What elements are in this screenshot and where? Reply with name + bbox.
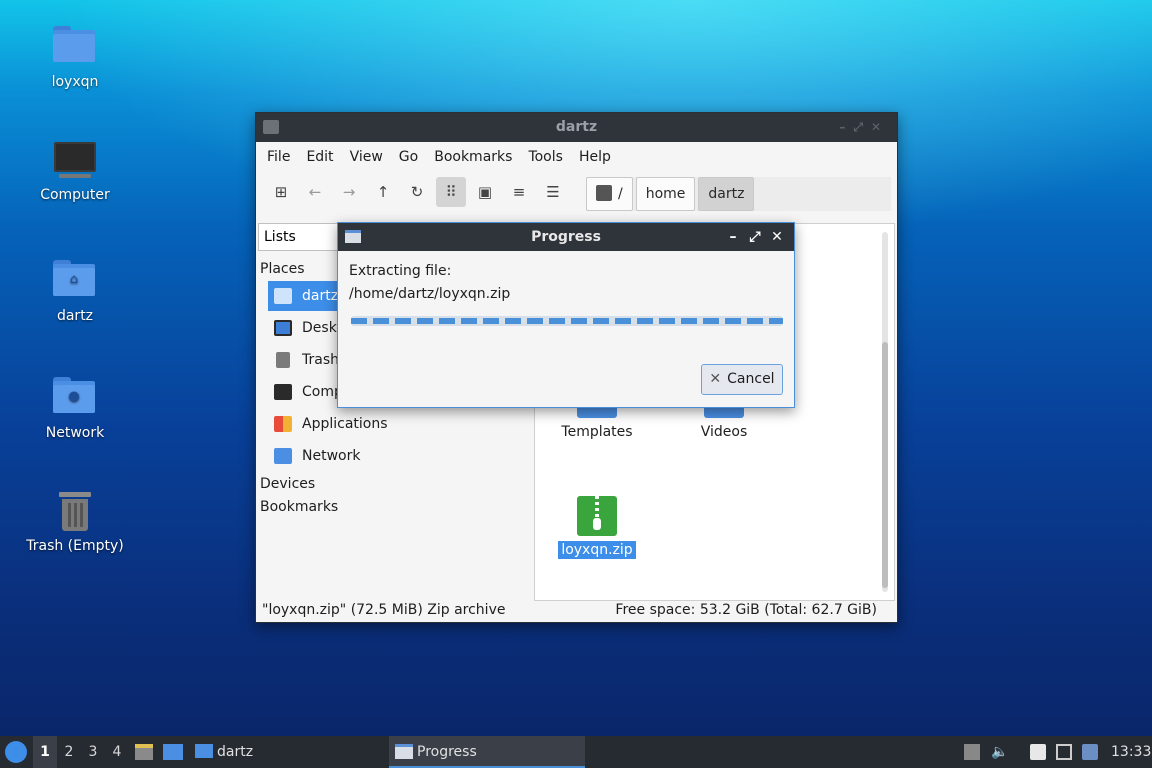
crumb-home[interactable]: home	[635, 177, 696, 211]
menu-view[interactable]: View	[342, 149, 391, 165]
dialog-title: Progress	[531, 229, 601, 245]
window-title: dartz	[555, 119, 598, 135]
vertical-scrollbar[interactable]	[882, 232, 888, 592]
workspace-3[interactable]: 3	[81, 736, 105, 768]
extract-label: Extracting file:	[349, 263, 452, 279]
trash-icon	[276, 352, 290, 368]
menu-file[interactable]: File	[259, 149, 298, 165]
menu-bookmarks[interactable]: Bookmarks	[426, 149, 520, 165]
cancel-icon: ✕	[709, 371, 722, 387]
task-progress-active[interactable]: Progress	[389, 736, 585, 768]
trash-icon	[53, 490, 97, 534]
menu-go[interactable]: Go	[391, 149, 426, 165]
home-folder-icon: ⌂	[53, 260, 95, 296]
thumbnail-view-icon[interactable]: ▣	[470, 177, 500, 207]
window-icon	[263, 120, 279, 134]
compact-view-icon[interactable]: ≡	[504, 177, 534, 207]
menu-help[interactable]: Help	[571, 149, 619, 165]
extract-file-path: /home/dartz/loyxqn.zip	[349, 286, 511, 302]
bookmarks-header[interactable]: Bookmarks	[260, 499, 338, 515]
home-icon	[274, 288, 292, 304]
desktop-icon-label: dartz	[56, 308, 94, 324]
status-bar: "loyxqn.zip" (72.5 MiB) Zip archive Free…	[256, 598, 897, 622]
file-item-loyxqn-zip[interactable]: loyxqn.zip	[547, 496, 647, 559]
desktop-icon-loyxqn[interactable]: loyxqn	[20, 22, 130, 90]
minimize-icon[interactable]: –	[839, 120, 853, 134]
file-manager-launcher-icon[interactable]	[135, 744, 153, 760]
desktop-icon-label: loyxqn	[51, 74, 99, 90]
drive-icon	[596, 185, 612, 201]
zip-archive-icon	[577, 496, 617, 536]
detailed-list-view-icon[interactable]: ☰	[538, 177, 568, 207]
sidebar-item-dartz[interactable]: dartz	[268, 281, 338, 311]
icon-view-icon[interactable]: ⠿	[436, 177, 466, 207]
dialog-titlebar[interactable]: Progress – ⤢ ✕	[338, 223, 794, 251]
menu-tools[interactable]: Tools	[520, 149, 571, 165]
scrollbar-thumb[interactable]	[882, 342, 888, 588]
desktop-icon-label: Network	[45, 425, 105, 441]
window-icon	[395, 744, 413, 759]
sidebar-item-network[interactable]: Network	[268, 441, 526, 471]
selected-file-label: loyxqn.zip	[558, 541, 636, 559]
notification-icon[interactable]	[1082, 744, 1098, 760]
menu-edit[interactable]: Edit	[298, 149, 341, 165]
network-status-icon[interactable]	[1056, 744, 1072, 760]
desktop-icon-network[interactable]: ● Network	[20, 373, 130, 441]
close-icon[interactable]: ✕	[766, 223, 788, 251]
show-desktop-icon[interactable]	[163, 744, 183, 760]
clipboard-icon[interactable]	[1030, 744, 1046, 760]
forward-icon[interactable]: →	[334, 177, 364, 207]
toolbar: ⊞ ← → ↑ ↻ ⠿ ▣ ≡ ☰ / home dartz	[256, 171, 897, 213]
network-icon	[274, 448, 292, 464]
devices-header[interactable]: Devices	[260, 476, 315, 492]
window-icon	[345, 230, 361, 243]
workspace-1[interactable]: 1	[33, 736, 57, 768]
sidebar-item-applications[interactable]: Applications	[268, 409, 526, 439]
crumb-root[interactable]: /	[586, 177, 633, 211]
side-pane-mode-select[interactable]: Lists	[258, 223, 340, 251]
applications-icon	[274, 416, 292, 432]
new-tab-icon[interactable]: ⊞	[266, 177, 296, 207]
menubar: File Edit View Go Bookmarks Tools Help	[256, 142, 897, 171]
clock[interactable]: 13:33	[1111, 736, 1151, 768]
up-icon[interactable]: ↑	[368, 177, 398, 207]
desktop-icon-label: Trash (Empty)	[26, 538, 124, 554]
back-icon[interactable]: ←	[300, 177, 330, 207]
taskbar: 1 2 3 4 dartz Progress 🔈 13:33	[0, 736, 1152, 768]
folder-icon	[53, 26, 95, 62]
computer-icon	[274, 384, 292, 400]
progress-bar	[351, 316, 783, 326]
computer-icon	[53, 139, 97, 183]
window-titlebar[interactable]: dartz –⤢✕	[256, 113, 897, 142]
start-menu-icon[interactable]	[5, 741, 27, 763]
desktop-icon-dartz[interactable]: ⌂ dartz	[20, 256, 130, 324]
desktop-icon-trash[interactable]: Trash (Empty)	[20, 490, 130, 554]
desktop-icon	[274, 320, 292, 336]
folder-icon	[195, 744, 213, 758]
eject-icon[interactable]	[964, 744, 980, 760]
workspace-4[interactable]: 4	[105, 736, 129, 768]
volume-icon[interactable]: 🔈	[991, 744, 1008, 760]
workspace-2[interactable]: 2	[57, 736, 81, 768]
progress-dialog: Progress – ⤢ ✕ Extracting file: /home/da…	[337, 222, 795, 408]
maximize-icon[interactable]: ⤢	[744, 223, 766, 251]
network-folder-icon: ●	[53, 377, 95, 413]
places-header: Places	[260, 261, 305, 277]
desktop-icon-computer[interactable]: Computer	[20, 139, 130, 203]
status-free-space: Free space: 53.2 GiB (Total: 62.7 GiB)	[615, 602, 877, 618]
task-dartz[interactable]: dartz	[195, 736, 253, 768]
cancel-button[interactable]: ✕ Cancel	[701, 364, 783, 395]
status-selection-info: "loyxqn.zip" (72.5 MiB) Zip archive	[262, 602, 506, 618]
minimize-icon[interactable]: –	[722, 223, 744, 251]
breadcrumb: / home dartz	[586, 177, 891, 211]
desktop-icon-label: Computer	[40, 187, 110, 203]
reload-icon[interactable]: ↻	[402, 177, 432, 207]
maximize-icon[interactable]: ⤢	[853, 120, 871, 134]
crumb-dartz[interactable]: dartz	[698, 177, 755, 211]
close-icon[interactable]: ✕	[871, 120, 889, 134]
